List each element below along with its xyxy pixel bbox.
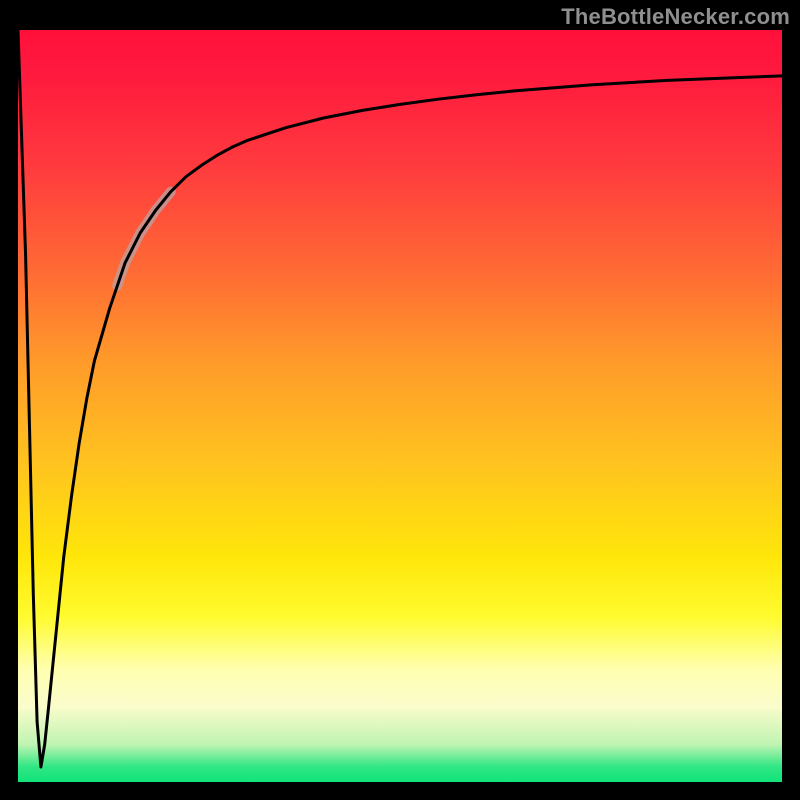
plot-svg [18, 30, 782, 782]
attribution-text: TheBottleNecker.com [561, 4, 790, 30]
curve-highlight-segment [117, 192, 171, 286]
plot-area [0, 30, 800, 800]
bottleneck-curve [18, 30, 782, 767]
figure-container: TheBottleNecker.com [0, 0, 800, 800]
